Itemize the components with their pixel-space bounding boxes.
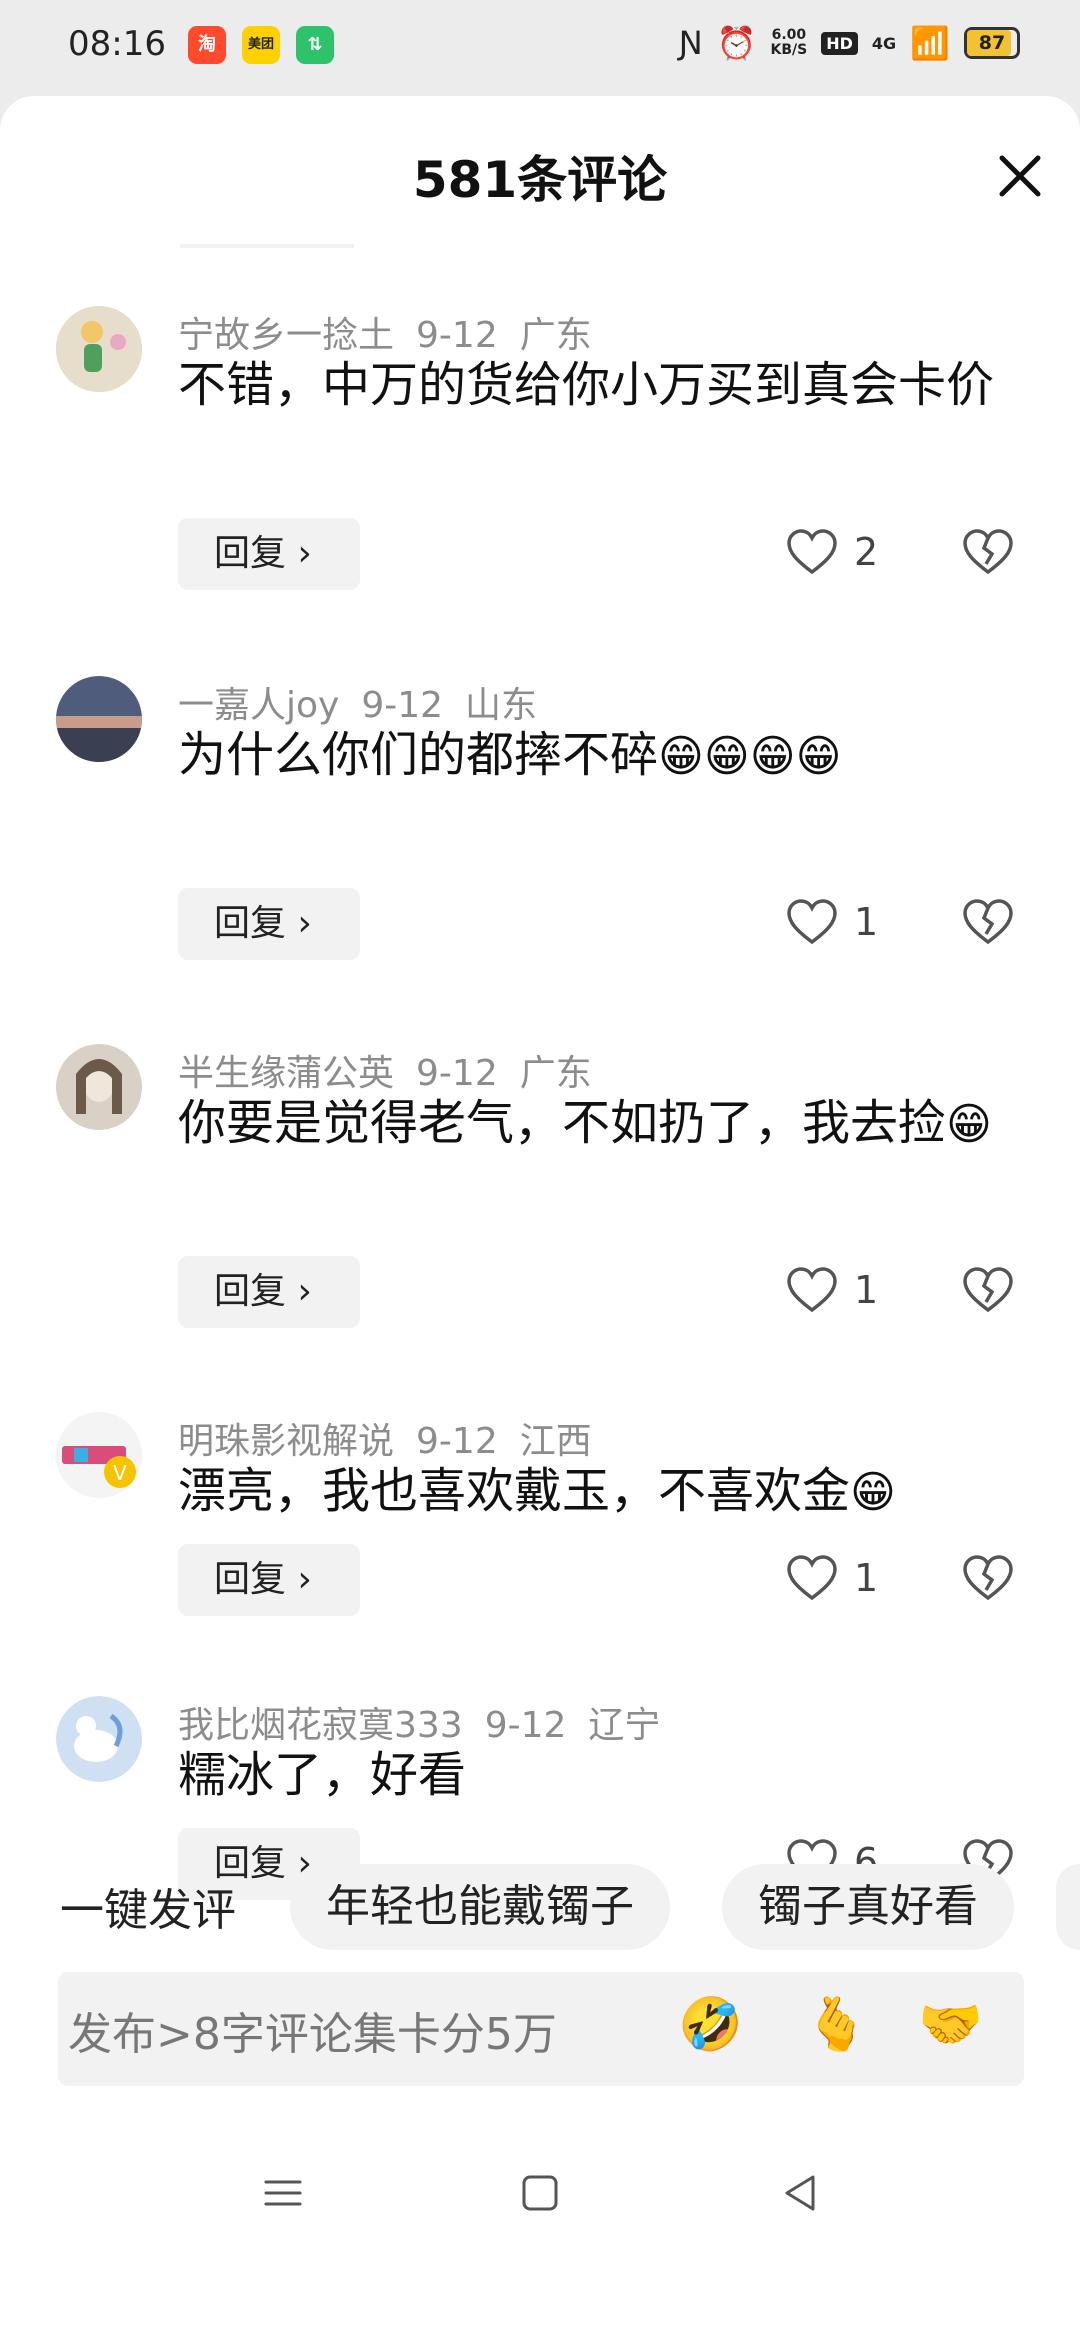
broken-heart-icon[interactable]	[962, 1554, 1014, 1602]
meituan-icon: 美团	[242, 26, 280, 64]
quick-comment-bar: 一键发评 年轻也能戴镯子 镯子真好看	[0, 1864, 1080, 1956]
home-icon[interactable]	[515, 2168, 565, 2218]
comment-text: 不错，中万的货给你小万买到真会卡价	[178, 346, 1028, 424]
comment-text: 为什么你们的都摔不碎😁😁😁😁	[178, 716, 1028, 796]
status-bar: 08:16 淘 美团 ⇅ Ɲ ⏰ 6.00 KB/S HD 4G 📶 87	[0, 0, 1080, 96]
like-count: 2	[854, 530, 879, 574]
comment-input[interactable]: 发布>8字评论集卡分5万 🤣 🫰 🤝	[58, 1972, 1024, 2086]
avatar[interactable]: V	[56, 1412, 142, 1498]
broken-heart-icon[interactable]	[962, 898, 1014, 946]
comment-text-body: 你要是觉得老气，不如扔了，我去捡	[178, 1095, 947, 1151]
avatar-image	[56, 306, 142, 392]
system-nav-bar	[0, 2140, 1080, 2260]
avatar[interactable]	[56, 1044, 142, 1130]
reply-button[interactable]: 回复 ›	[178, 1256, 360, 1328]
grin-emoji-icon: 😁	[850, 1467, 896, 1518]
laughing-emoji-icon[interactable]: 🤣	[678, 1994, 743, 2055]
avatar-image	[56, 1044, 142, 1130]
transfer-icon: ⇅	[296, 26, 334, 64]
divider	[180, 244, 354, 248]
comment-input-placeholder: 发布>8字评论集卡分5万	[68, 2009, 557, 2060]
avatar[interactable]	[56, 676, 142, 762]
like-button[interactable]: 1	[786, 898, 878, 946]
status-time: 08:16	[68, 24, 166, 64]
grin-emoji-icon: 😁😁😁😁	[658, 731, 842, 782]
reply-button[interactable]: 回复 ›	[178, 1544, 360, 1616]
hd-badge: HD	[821, 31, 858, 55]
like-count: 1	[854, 1556, 879, 1600]
avatar-image: V	[56, 1412, 142, 1498]
battery-level: 87	[978, 32, 1006, 54]
quick-comment-chip[interactable]: 年轻也能戴镯子	[290, 1864, 670, 1950]
heart-icon	[787, 529, 837, 575]
network-speed-value: 6.00	[771, 27, 807, 43]
taobao-icon: 淘	[188, 26, 226, 64]
comment-text: 糯冰了，好看	[178, 1736, 1028, 1814]
heart-icon	[787, 1555, 837, 1601]
avatar[interactable]	[56, 1696, 142, 1782]
menu-icon[interactable]	[258, 2168, 308, 2218]
alarm-icon: ⏰	[716, 24, 757, 62]
like-button[interactable]: 1	[786, 1554, 878, 1602]
network-speed: 6.00 KB/S	[771, 28, 808, 58]
like-button[interactable]: 1	[786, 1266, 878, 1314]
nfc-icon: Ɲ	[678, 24, 703, 62]
svg-text:V: V	[113, 1461, 127, 1485]
grin-emoji-icon: 😁	[946, 1099, 992, 1150]
broken-heart-icon[interactable]	[962, 1266, 1014, 1314]
heart-icon	[787, 899, 837, 945]
battery-icon: 87	[964, 27, 1020, 59]
comment-text-body: 糯冰了，好看	[178, 1747, 467, 1803]
signal-type: 4G	[871, 33, 897, 53]
reply-button[interactable]: 回复 ›	[178, 518, 360, 590]
quick-comment-label: 一键发评	[60, 1885, 236, 1936]
signal-icon: 📶	[910, 24, 950, 62]
finger-heart-emoji-icon[interactable]: 🫰	[804, 1994, 869, 2055]
avatar[interactable]	[56, 306, 142, 392]
network-speed-unit: KB/S	[770, 42, 808, 58]
broken-heart-icon[interactable]	[962, 528, 1014, 576]
avatar-image	[56, 1696, 142, 1782]
comment-text: 漂亮，我也喜欢戴玉，不喜欢金😁	[178, 1452, 1028, 1532]
close-icon[interactable]	[990, 146, 1050, 206]
comment-text-body: 不错，中万的货给你小万买到真会卡价	[178, 357, 995, 413]
like-count: 1	[854, 1268, 879, 1312]
like-count: 1	[854, 900, 879, 944]
quick-comment-chip-partial[interactable]	[1056, 1864, 1080, 1950]
comment-text-body: 为什么你们的都摔不碎	[178, 727, 659, 783]
heart-icon	[787, 1267, 837, 1313]
comment-text-body: 漂亮，我也喜欢戴玉，不喜欢金	[178, 1463, 851, 1519]
reply-button[interactable]: 回复 ›	[178, 888, 360, 960]
comment-text: 你要是觉得老气，不如扔了，我去捡😁	[178, 1084, 1028, 1164]
handshake-emoji-icon[interactable]: 🤝	[918, 1994, 983, 2055]
back-icon[interactable]	[775, 2168, 825, 2218]
avatar-image	[56, 676, 142, 762]
comment-count-title: 581条评论	[412, 151, 668, 209]
like-button[interactable]: 2	[786, 528, 878, 576]
quick-comment-chip[interactable]: 镯子真好看	[722, 1864, 1014, 1950]
